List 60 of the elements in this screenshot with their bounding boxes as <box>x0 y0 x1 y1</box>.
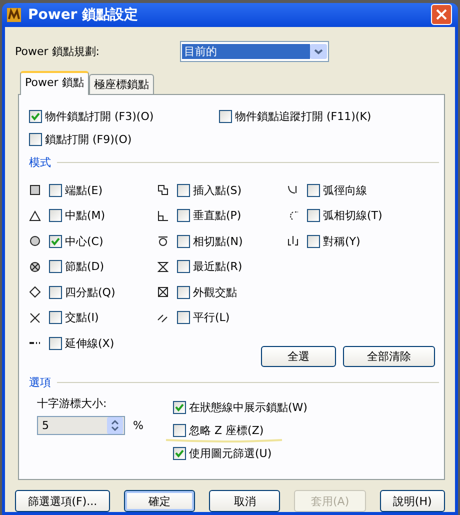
square-icon <box>29 184 41 196</box>
checkbox[interactable]: 相切點(N) <box>177 234 243 249</box>
checkbox[interactable]: 延伸線(X) <box>49 336 114 351</box>
dialog-button[interactable]: 篩選選項(F)... <box>15 490 110 512</box>
insert-icon <box>157 184 169 196</box>
checkbox[interactable]: 最近點(R) <box>177 259 242 274</box>
crossed-circle-icon <box>29 260 41 273</box>
dialog-button[interactable]: 取消 <box>209 490 280 512</box>
checkbox[interactable]: 中點(M) <box>49 208 106 224</box>
checkbox[interactable]: 弧相切線(T) <box>307 208 382 224</box>
checkbox[interactable]: 插入點(S) <box>177 182 242 198</box>
close-button[interactable] <box>431 4 452 26</box>
circle-icon <box>29 235 41 248</box>
checkbox[interactable]: 平行(L) <box>177 310 230 326</box>
checkbox[interactable]: 端點(E) <box>49 182 103 198</box>
radial-icon <box>287 184 299 196</box>
perpendicular-icon <box>157 210 169 222</box>
check-icon <box>175 449 184 458</box>
hourglass-icon <box>157 260 169 273</box>
checkbox[interactable]: 對稱(Y) <box>307 234 360 249</box>
close-icon <box>436 9 447 20</box>
tab[interactable]: 極座標鎖點 <box>88 74 154 94</box>
cursor-size-label: 十字游標大小: <box>37 396 108 411</box>
unit-label: % <box>133 419 144 432</box>
group-title: 模式 <box>29 154 51 170</box>
checkbox[interactable]: 物件鎖點打開 (F3)(O) <box>29 108 219 124</box>
symmetry-icon <box>287 235 299 248</box>
checkbox[interactable]: 節點(D) <box>49 259 104 274</box>
checkbox[interactable]: 中心(C) <box>49 234 104 249</box>
dialog-button[interactable]: 說明(H) <box>380 490 446 512</box>
profile-label: Power 鎖點規劃: <box>15 44 100 58</box>
arc-icon <box>287 210 299 222</box>
tangent-icon <box>157 235 169 248</box>
checkbox[interactable]: 鎖點打開 (F9)(O) <box>29 132 219 146</box>
cursor-size-spinner[interactable]: 5 <box>37 416 125 435</box>
checkbox[interactable]: 交點(I) <box>49 310 99 326</box>
checkbox[interactable]: 使用圖元篩選(U) <box>173 446 308 461</box>
group-title: 選項 <box>29 375 51 390</box>
cross-icon <box>29 312 41 324</box>
check-icon <box>175 403 184 412</box>
app-icon <box>6 6 22 23</box>
boxed-cross-icon <box>157 286 169 298</box>
checkbox[interactable]: 忽略 Z 座標(Z) <box>173 423 308 438</box>
checkbox[interactable]: 四分點(Q) <box>49 284 116 300</box>
triangle-icon <box>29 210 41 222</box>
profile-dropdown[interactable]: 目前的 <box>180 40 329 62</box>
parallel-icon <box>157 312 169 324</box>
checkbox[interactable]: 弧徑向線 <box>307 182 367 198</box>
checkbox[interactable]: 物件鎖點追蹤打開 (F11)(K) <box>219 108 439 124</box>
panel-button[interactable]: 全選 <box>261 346 336 367</box>
check-icon <box>31 112 40 120</box>
checkbox[interactable]: 垂直點(P) <box>177 208 242 224</box>
window-title: Power 鎖點設定 <box>28 6 140 24</box>
check-icon <box>51 236 60 246</box>
checkbox[interactable]: 外觀交點 <box>177 284 237 300</box>
diamond-icon <box>29 286 41 298</box>
tab[interactable]: Power 鎖點 <box>20 70 89 94</box>
dialog-button[interactable]: 確定 <box>124 490 196 512</box>
panel-button[interactable]: 全部清除 <box>343 346 435 367</box>
checkbox[interactable]: 在狀態線中展示鎖點(W) <box>173 400 308 415</box>
